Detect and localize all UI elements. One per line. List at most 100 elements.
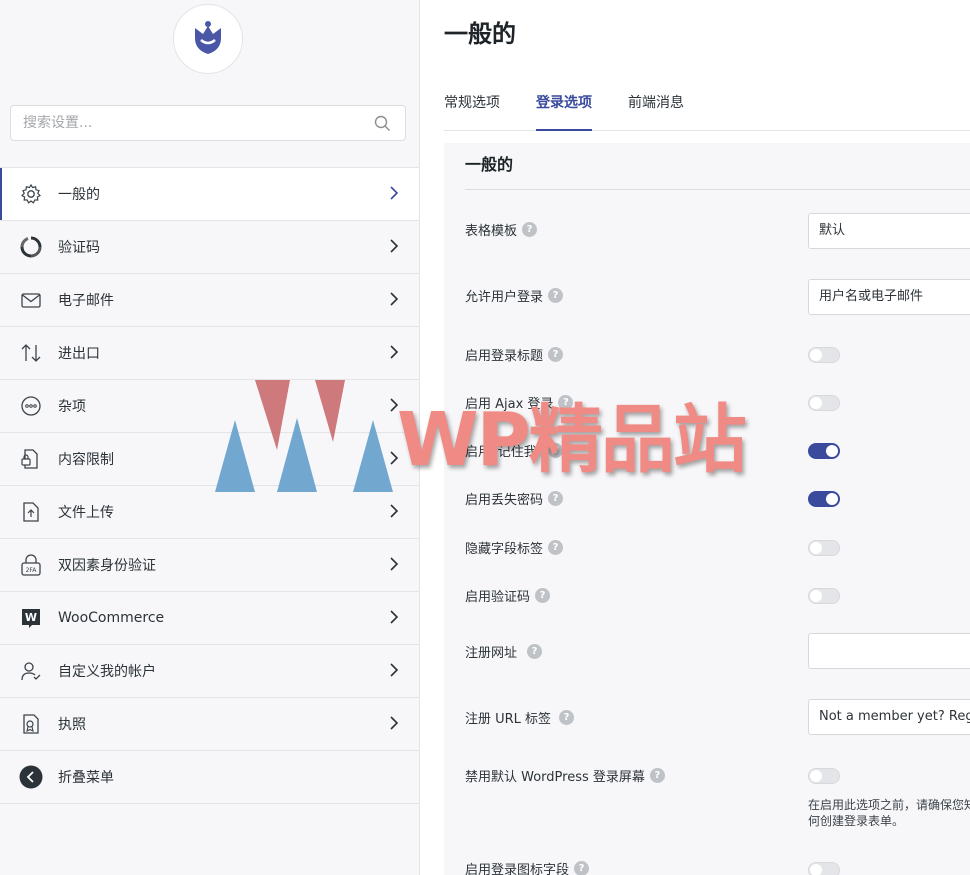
sidebar-item-label: 内容限制 [58, 452, 114, 468]
chevron-right-icon [390, 292, 399, 306]
chevron-right-icon [390, 504, 399, 518]
disable-wp-login-toggle[interactable] [808, 768, 840, 784]
sidebar-item-woocommerce[interactable]: W WooCommerce [0, 592, 419, 645]
help-icon[interactable]: ? [649, 768, 665, 783]
sidebar-item-label: 双因素身份验证 [58, 558, 156, 574]
help-icon[interactable]: ? [559, 710, 575, 725]
sidebar-item-label: 执照 [58, 717, 86, 733]
sidebar-item-license[interactable]: 执照 [0, 698, 419, 751]
help-icon[interactable]: ? [527, 644, 543, 659]
sidebar-item-label: 电子邮件 [58, 293, 114, 309]
sidebar-item-misc[interactable]: 杂项 [0, 380, 419, 433]
help-icon[interactable]: ? [548, 540, 564, 555]
import-export-icon [19, 341, 43, 365]
login-icon-field-toggle[interactable] [808, 862, 840, 875]
tab-login-options[interactable]: 登录选项 [536, 92, 592, 131]
tab-general-options[interactable]: 常规选项 [444, 92, 500, 129]
woocommerce-icon: W [19, 606, 43, 630]
remember-me-label: 启用“记住我” ? [465, 441, 564, 460]
help-icon[interactable]: ? [548, 443, 564, 458]
help-icon[interactable]: ? [548, 347, 564, 362]
form-template-select[interactable]: 默认 [808, 213, 970, 249]
user-check-icon [19, 659, 43, 683]
sidebar-item-2fa[interactable]: 2FA 双因素身份验证 [0, 539, 419, 592]
sidebar-item-captcha[interactable]: 验证码 [0, 221, 419, 274]
chevron-right-icon [390, 557, 399, 571]
ajax-login-label: 启用 Ajax 登录 ? [465, 393, 574, 412]
settings-search-input[interactable] [11, 106, 385, 140]
license-icon [19, 712, 43, 736]
sidebar-item-file-upload[interactable]: 文件上传 [0, 486, 419, 539]
register-url-label-input[interactable]: Not a member yet? Register now [808, 699, 970, 735]
mail-icon [19, 288, 43, 312]
setting-label: 启用“记住我” [465, 445, 544, 460]
sidebar-item-label: 验证码 [58, 240, 100, 256]
help-icon[interactable]: ? [548, 288, 564, 303]
chevron-right-icon [390, 239, 399, 253]
section-title: 一般的 [465, 151, 970, 190]
disable-wp-login-label: 禁用默认 WordPress 登录屏幕 ? [465, 766, 665, 785]
hide-labels-toggle[interactable] [808, 540, 840, 556]
sidebar-item-content-restriction[interactable]: 内容限制 [0, 433, 419, 486]
sidebar-item-general[interactable]: 一般的 [0, 168, 419, 221]
remember-me-toggle[interactable] [808, 443, 840, 459]
help-icon[interactable]: ? [574, 861, 590, 875]
search-icon[interactable] [374, 115, 391, 132]
login-icon-field-label: 启用登录图标字段 ? [465, 859, 590, 875]
settings-menu: 一般的 验证码 电子邮件 进出口 杂项 内容限制 文件上传 2FA 双因素身份验… [0, 167, 419, 804]
captcha-toggle[interactable] [808, 588, 840, 604]
help-icon[interactable]: ? [535, 588, 551, 603]
ajax-login-toggle[interactable] [808, 395, 840, 411]
register-url-label: 注册网址 ? [465, 642, 543, 661]
chevron-right-icon [390, 610, 399, 624]
plugin-logo[interactable] [173, 4, 243, 74]
settings-main: 一般的 常规选项 登录选项 前端消息 一般的 表格模板 ? 默认 允许用户登录 … [420, 0, 970, 875]
form-template-label: 表格模板 ? [465, 220, 538, 239]
disable-wp-login-note: 在启用此选项之前，请确保您知道如何创建登录表单。 [808, 798, 970, 828]
allow-login-label: 允许用户登录 ? [465, 286, 564, 305]
svg-text:W: W [25, 611, 37, 624]
settings-sidebar: 一般的 验证码 电子邮件 进出口 [0, 0, 420, 875]
setting-label: 启用验证码 [465, 590, 531, 605]
chevron-right-icon [390, 451, 399, 465]
setting-label: 注册 URL 标签 [465, 712, 552, 727]
sidebar-item-import-export[interactable]: 进出口 [0, 327, 419, 380]
settings-search-box [10, 105, 406, 141]
content-restriction-icon [19, 447, 43, 471]
login-title-toggle[interactable] [808, 347, 840, 363]
sidebar-item-label: 文件上传 [58, 505, 114, 521]
svg-text:2FA: 2FA [26, 567, 38, 574]
recaptcha-icon [19, 235, 43, 259]
file-upload-icon [19, 500, 43, 524]
setting-label: 注册网址 [465, 646, 518, 661]
settings-tabs: 常规选项 登录选项 前端消息 [444, 92, 970, 131]
sidebar-item-my-account[interactable]: 自定义我的帐户 [0, 645, 419, 698]
sidebar-item-label: WooCommerce [58, 610, 165, 626]
2fa-lock-icon: 2FA [19, 553, 43, 577]
setting-label: 启用登录标题 [465, 349, 544, 364]
chevron-right-icon [390, 716, 399, 730]
chevron-right-icon [390, 398, 399, 412]
tab-frontend-messages[interactable]: 前端消息 [628, 92, 684, 129]
register-url-input[interactable] [808, 633, 970, 669]
sidebar-item-label: 进出口 [58, 346, 100, 362]
setting-label: 启用登录图标字段 [465, 863, 570, 875]
setting-label: 启用 Ajax 登录 [465, 397, 554, 412]
page-title: 一般的 [444, 20, 516, 48]
sidebar-item-label: 一般的 [58, 187, 100, 203]
chevron-right-icon [390, 186, 399, 200]
allow-login-select[interactable]: 用户名或电子邮件 [808, 279, 970, 315]
sidebar-item-label: 折叠菜单 [58, 770, 114, 786]
lost-password-toggle[interactable] [808, 491, 840, 507]
help-icon[interactable]: ? [558, 395, 574, 410]
help-icon[interactable]: ? [548, 491, 564, 506]
collapse-icon [19, 765, 43, 789]
hide-labels-label: 隐藏字段标签 ? [465, 538, 564, 557]
sidebar-item-collapse-menu[interactable]: 折叠菜单 [0, 751, 419, 804]
login-title-label: 启用登录标题 ? [465, 345, 564, 364]
sidebar-item-label: 自定义我的帐户 [58, 664, 156, 680]
sidebar-item-email[interactable]: 电子邮件 [0, 274, 419, 327]
lost-password-label: 启用丢失密码 ? [465, 489, 564, 508]
setting-label: 允许用户登录 [465, 290, 544, 305]
help-icon[interactable]: ? [522, 222, 538, 237]
